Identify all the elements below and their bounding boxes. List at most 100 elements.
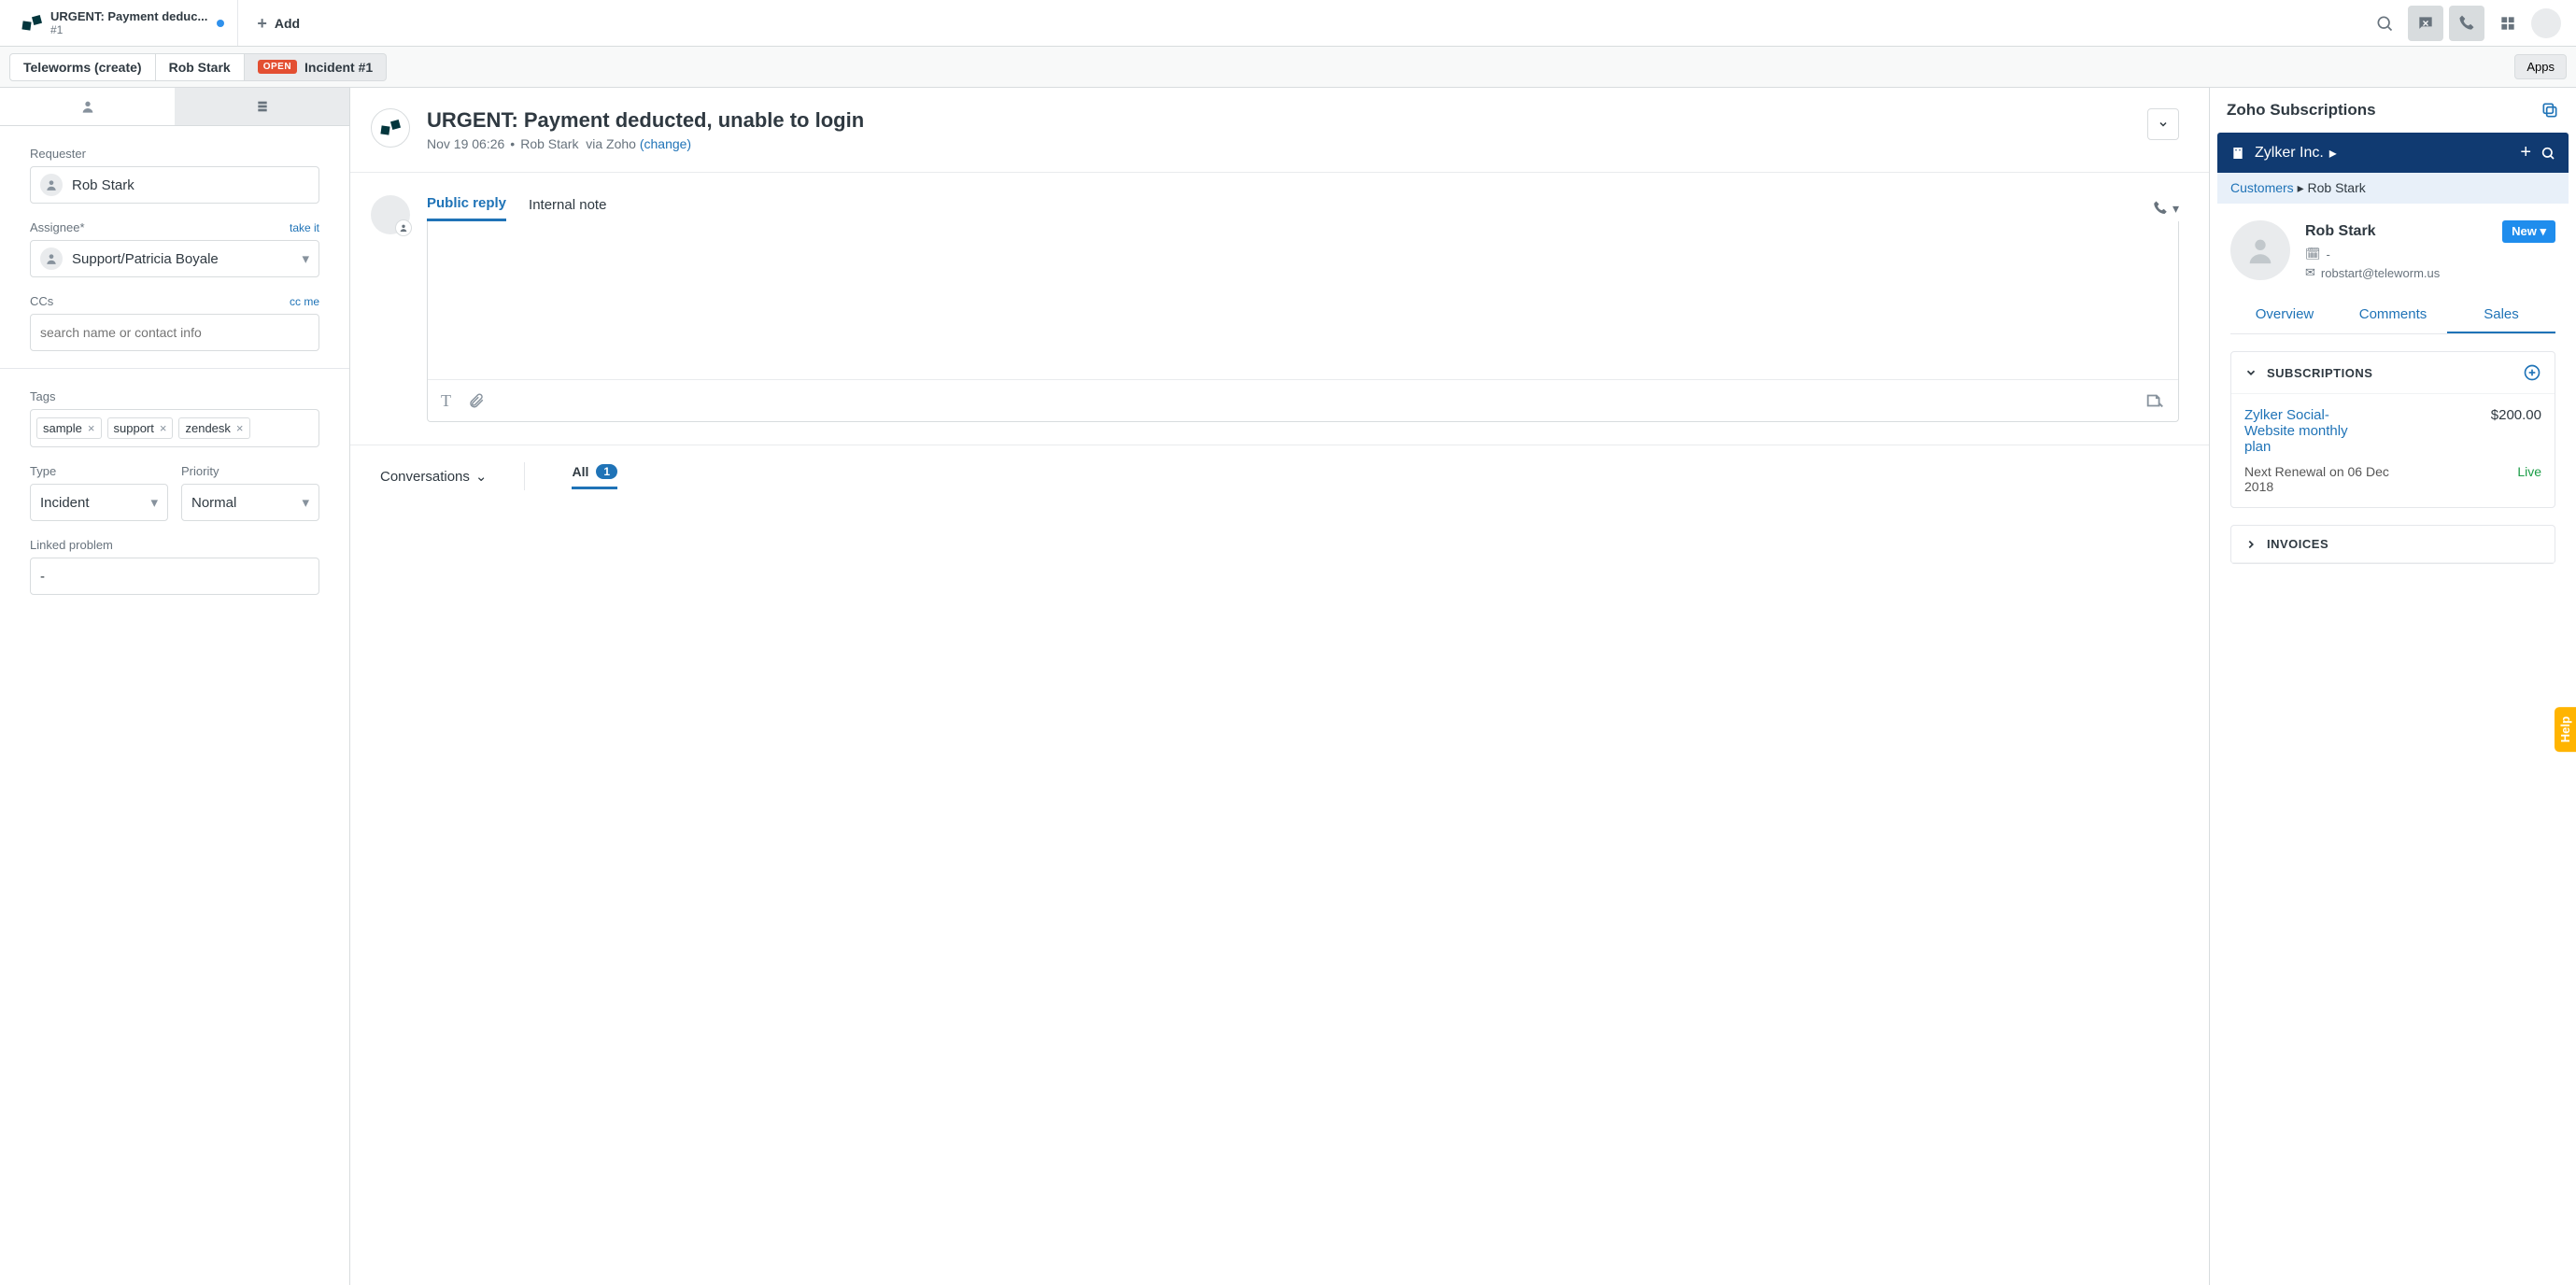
subscriptions-section-toggle[interactable]: SUBSCRIPTIONS bbox=[2231, 352, 2555, 394]
requester-field[interactable]: Rob Stark bbox=[30, 166, 319, 204]
chevron-down-icon: ▾ bbox=[150, 494, 158, 511]
assignee-dropdown[interactable]: Support/Patricia Boyale ▾ bbox=[30, 240, 319, 277]
customer-email: robstart@teleworm.us bbox=[2321, 266, 2440, 280]
agent-avatar bbox=[371, 195, 410, 234]
chevron-down-icon: ▾ bbox=[302, 494, 309, 511]
active-ticket-tab[interactable]: URGENT: Payment deduc... #1 bbox=[9, 0, 238, 46]
assignee-value: Support/Patricia Boyale bbox=[72, 251, 219, 267]
ccs-label: CCs bbox=[30, 294, 53, 308]
search-company-button[interactable] bbox=[2541, 146, 2555, 161]
breadcrumb-ticket[interactable]: OPEN Incident #1 bbox=[245, 53, 387, 81]
priority-value: Normal bbox=[191, 495, 236, 511]
add-tab-button[interactable]: + Add bbox=[238, 15, 318, 32]
agent-badge-icon bbox=[395, 219, 412, 236]
unsaved-indicator bbox=[217, 20, 224, 27]
remove-tag-icon[interactable]: × bbox=[236, 421, 244, 435]
app-logo-icon bbox=[22, 14, 41, 33]
requester-value: Rob Stark bbox=[72, 177, 134, 193]
tag-item[interactable]: support× bbox=[107, 417, 174, 439]
tab-overview[interactable]: Overview bbox=[2230, 297, 2339, 333]
zoho-breadcrumb: Customers ▸ Rob Stark bbox=[2217, 173, 2569, 204]
ccs-input[interactable] bbox=[40, 325, 309, 340]
remove-tag-icon[interactable]: × bbox=[160, 421, 167, 435]
add-label: Add bbox=[275, 16, 300, 31]
ticket-title: URGENT: Payment deducted, unable to logi… bbox=[427, 108, 2130, 133]
new-button[interactable]: New ▾ bbox=[2502, 220, 2555, 243]
ccs-field[interactable] bbox=[30, 314, 319, 351]
subscription-price: $200.00 bbox=[2491, 407, 2541, 455]
building-icon bbox=[2230, 146, 2245, 161]
customer-name: Rob Stark bbox=[2305, 223, 2376, 240]
tag-item[interactable]: zendesk× bbox=[178, 417, 249, 439]
call-channel-button[interactable]: ▾ bbox=[2152, 200, 2179, 217]
priority-dropdown[interactable]: Normal ▾ bbox=[181, 484, 319, 521]
customers-link[interactable]: Customers bbox=[2230, 180, 2294, 195]
attachment-button[interactable] bbox=[468, 392, 485, 409]
add-company-button[interactable]: + bbox=[2520, 142, 2531, 163]
count-badge: 1 bbox=[596, 464, 617, 479]
caret-right-icon: ▸ bbox=[2298, 180, 2308, 195]
person-icon bbox=[40, 174, 63, 196]
tab-subtitle: #1 bbox=[50, 23, 207, 36]
ticket-options-button[interactable] bbox=[2147, 108, 2179, 140]
text-format-button[interactable]: T bbox=[441, 391, 451, 411]
assignee-label: Assignee* bbox=[30, 220, 85, 234]
change-link[interactable]: (change) bbox=[640, 136, 691, 151]
tab-public-reply[interactable]: Public reply bbox=[427, 195, 506, 221]
apps-button[interactable]: Apps bbox=[2514, 54, 2567, 79]
building-icon: 🗓 bbox=[2305, 247, 2321, 261]
macro-button[interactable] bbox=[2144, 390, 2165, 411]
tab-sales[interactable]: Sales bbox=[2447, 297, 2555, 333]
caret-right-icon: ▸ bbox=[2329, 144, 2337, 162]
type-value: Incident bbox=[40, 495, 90, 511]
type-dropdown[interactable]: Incident ▾ bbox=[30, 484, 168, 521]
customer-avatar bbox=[2230, 220, 2290, 280]
plus-icon: + bbox=[257, 15, 267, 32]
breadcrumb-user[interactable]: Rob Stark bbox=[156, 53, 245, 81]
invoices-section-toggle[interactable]: INVOICES bbox=[2231, 526, 2555, 563]
tags-field[interactable]: sample× support× zendesk× bbox=[30, 409, 319, 447]
subscription-status: Live bbox=[2517, 464, 2541, 494]
sidebar-tab-user[interactable] bbox=[0, 88, 175, 125]
status-badge: OPEN bbox=[258, 60, 297, 74]
chevron-right-icon bbox=[2244, 538, 2258, 551]
tags-label: Tags bbox=[30, 389, 55, 403]
chevron-down-icon bbox=[2244, 366, 2258, 379]
conversations-filter-all[interactable]: All 1 bbox=[572, 464, 617, 479]
linked-problem-field[interactable]: - bbox=[30, 558, 319, 595]
linked-problem-label: Linked problem bbox=[30, 538, 113, 552]
ticket-type-icon bbox=[371, 108, 410, 148]
chat-button[interactable] bbox=[2408, 6, 2443, 41]
remove-tag-icon[interactable]: × bbox=[88, 421, 95, 435]
right-panel-title: Zoho Subscriptions bbox=[2227, 101, 2376, 120]
type-label: Type bbox=[30, 464, 56, 478]
add-subscription-button[interactable] bbox=[2523, 363, 2541, 382]
apps-grid-button[interactable] bbox=[2490, 6, 2526, 41]
conversations-dropdown[interactable]: Conversations ⌄ bbox=[380, 468, 487, 485]
user-avatar[interactable] bbox=[2531, 8, 2561, 38]
tab-internal-note[interactable]: Internal note bbox=[529, 197, 606, 220]
tag-item[interactable]: sample× bbox=[36, 417, 102, 439]
search-button[interactable] bbox=[2367, 6, 2402, 41]
breadcrumb-org[interactable]: Teleworms (create) bbox=[9, 53, 156, 81]
tab-title: URGENT: Payment deduc... bbox=[50, 9, 207, 24]
person-icon bbox=[40, 247, 63, 270]
requester-label: Requester bbox=[30, 147, 86, 161]
reply-textarea[interactable] bbox=[428, 221, 2178, 380]
incident-label: Incident #1 bbox=[304, 60, 373, 75]
mail-icon: ✉ bbox=[2305, 265, 2315, 280]
help-tab[interactable]: Help bbox=[2555, 707, 2576, 752]
chevron-down-icon: ▾ bbox=[2173, 201, 2179, 217]
subscription-link[interactable]: Zylker Social-Website monthly plan bbox=[2244, 407, 2375, 455]
tab-comments[interactable]: Comments bbox=[2339, 297, 2447, 333]
cc-me-link[interactable]: cc me bbox=[290, 295, 319, 308]
linked-problem-value: - bbox=[40, 569, 45, 585]
call-button[interactable] bbox=[2449, 6, 2484, 41]
expand-icon[interactable] bbox=[2541, 101, 2559, 120]
chevron-down-icon: ▾ bbox=[302, 250, 309, 267]
renewal-date: Next Renewal on 06 Dec 2018 bbox=[2244, 464, 2413, 494]
sidebar-tab-ticket[interactable] bbox=[175, 88, 349, 125]
take-it-link[interactable]: take it bbox=[290, 221, 319, 234]
zoho-company-header[interactable]: Zylker Inc. ▸ + bbox=[2217, 133, 2569, 173]
priority-label: Priority bbox=[181, 464, 219, 478]
